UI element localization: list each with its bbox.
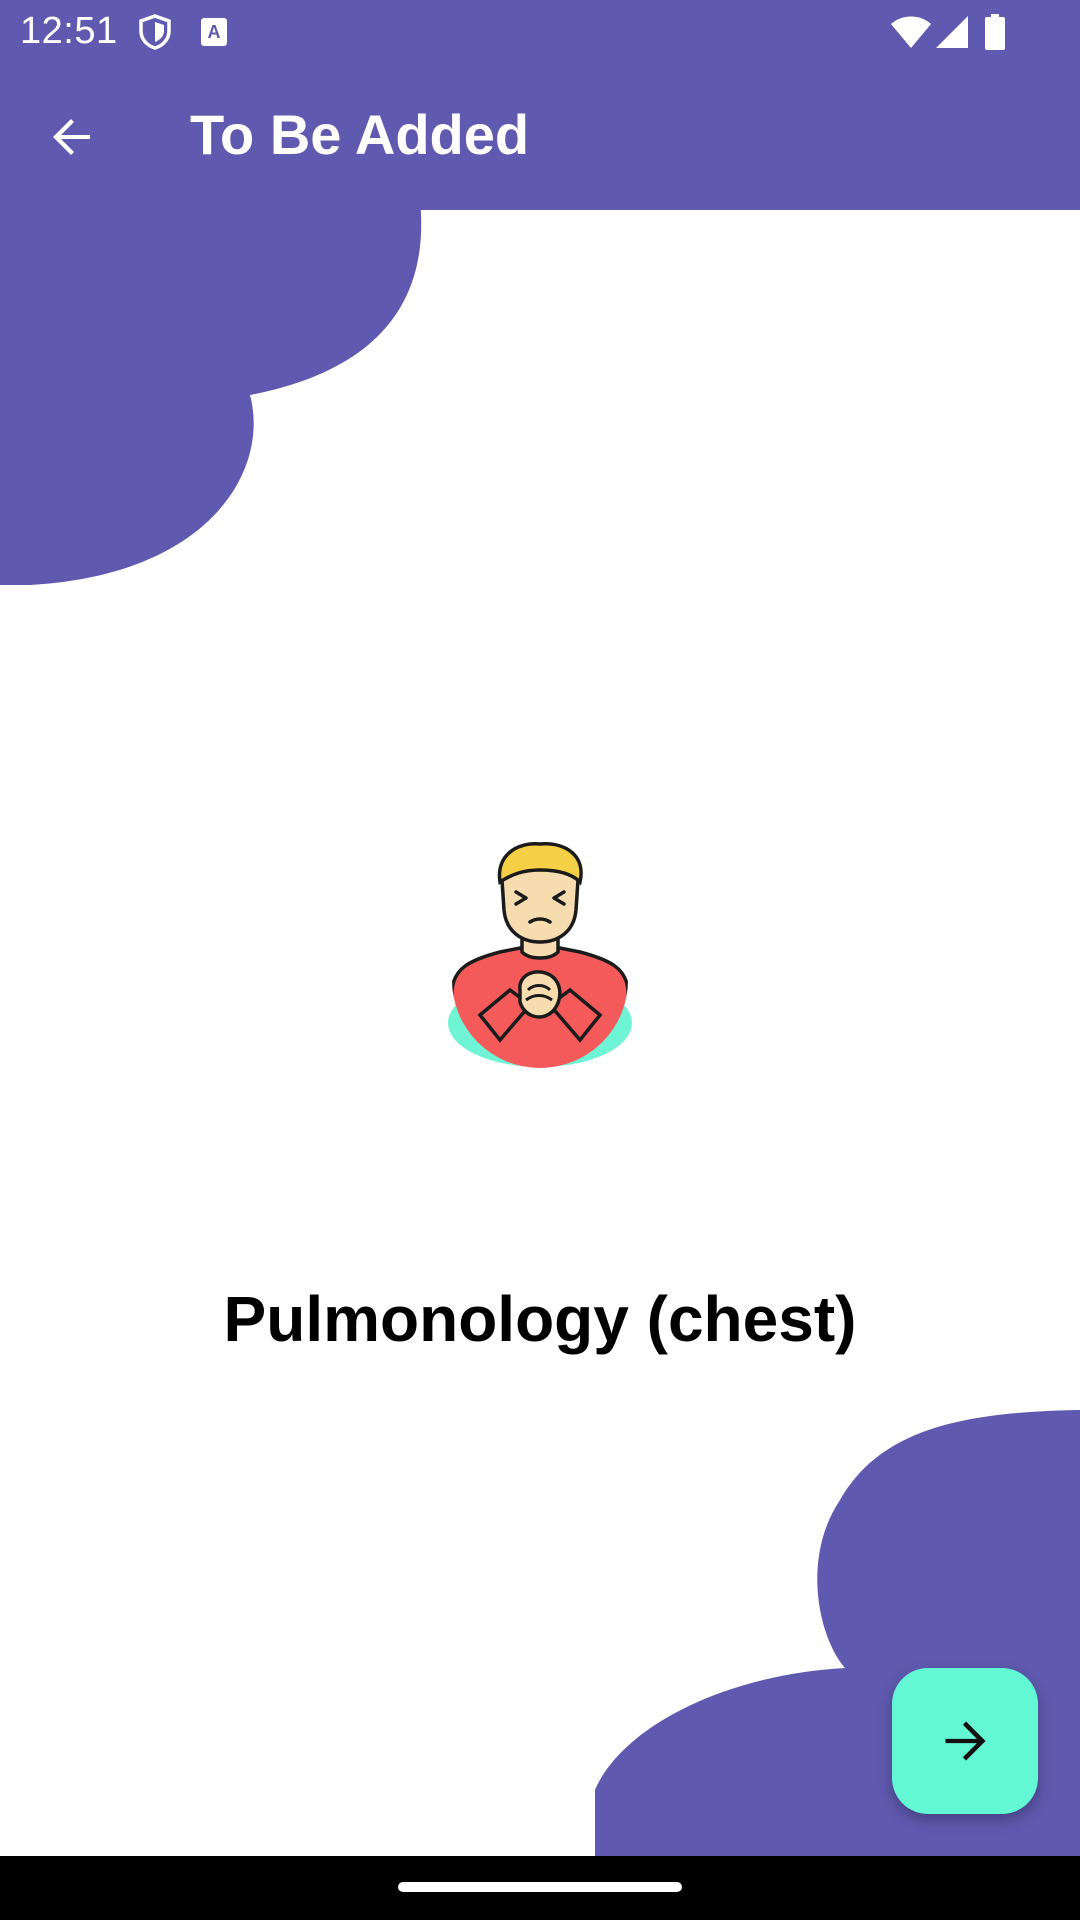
- next-button[interactable]: [892, 1668, 1038, 1814]
- home-gesture-handle[interactable]: [398, 1882, 682, 1892]
- top-left-blob: [0, 200, 422, 585]
- font-a-icon: A: [201, 18, 227, 46]
- cellular-signal-icon: [936, 16, 968, 48]
- arrow-back-icon: [53, 119, 90, 155]
- specialty-label: Pulmonology (chest): [223, 1283, 857, 1355]
- arrow-forward-icon: [945, 1721, 986, 1761]
- wifi-icon: [891, 16, 931, 48]
- page-title: To Be Added: [190, 103, 530, 166]
- chest-pain-person-icon: [448, 842, 632, 1068]
- svg-text:A: A: [208, 22, 221, 42]
- status-bar: 12:51 A: [0, 0, 1080, 63]
- shield-icon: [139, 14, 171, 50]
- screen: 12:51 A To Be Added Pulmonology (chest): [0, 0, 1080, 1920]
- battery-icon: [985, 14, 1005, 50]
- app-bar: To Be Added: [0, 63, 1080, 210]
- system-nav-bar: [0, 1856, 1080, 1920]
- status-time: 12:51: [20, 10, 118, 52]
- back-button[interactable]: [34, 99, 110, 175]
